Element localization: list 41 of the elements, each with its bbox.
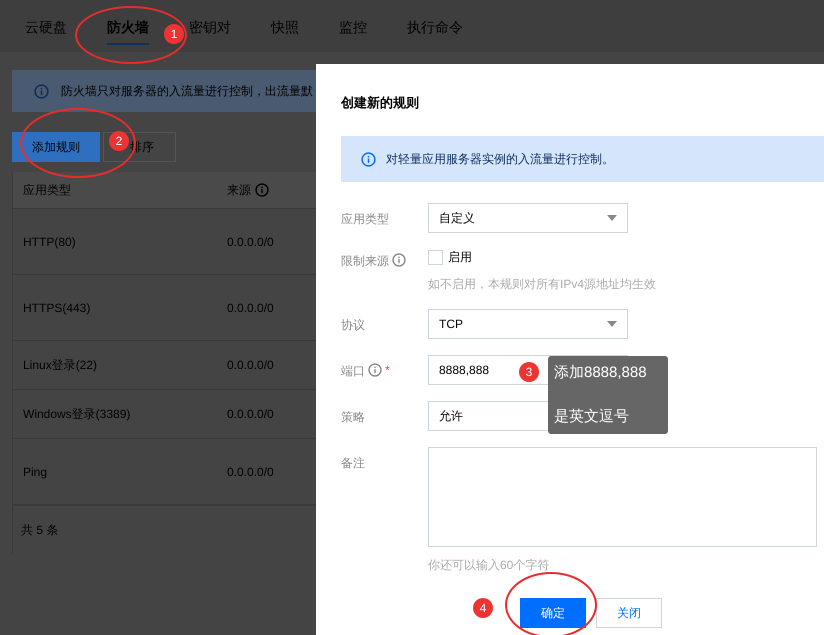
table-cell-text: 0.0.0.0/0: [226, 300, 275, 314]
info-text: 对轻量应用服务器实例的入流量进行控制。: [386, 150, 614, 168]
table-cell-text: 0.0.0.0/0: [226, 407, 275, 421]
info-icon: [368, 363, 382, 377]
table-cell-text: Linux登录(22): [22, 356, 98, 374]
info-icon: [34, 84, 49, 98]
checkbox[interactable]: [428, 250, 443, 265]
checkbox-label: 启用: [448, 249, 472, 266]
select-field[interactable]: 自定义: [428, 203, 628, 233]
field-label: 应用类型: [341, 211, 389, 228]
dialog-title: 创建新的规则: [341, 94, 420, 112]
table-cell-text: 0.0.0.0/0: [226, 234, 275, 248]
field-label: 策略: [341, 409, 365, 426]
column-header: 来源: [227, 182, 251, 198]
caret-icon: [607, 215, 617, 221]
table-cell-text: 0.0.0.0/0: [226, 358, 275, 372]
table-cell-text: 0.0.0.0/0: [226, 464, 275, 478]
info-icon: [361, 152, 376, 166]
total-count: 共 5 条: [21, 522, 58, 538]
column-header: 应用类型: [23, 182, 71, 198]
required-mark: *: [385, 363, 390, 377]
info-icon: [392, 253, 406, 267]
field-label: 限制来源: [341, 253, 389, 270]
field-label: 端口: [341, 363, 365, 380]
add-rule-button[interactable]: 添加规则: [12, 132, 100, 162]
remark-textarea[interactable]: [428, 447, 817, 547]
hint-text: 如不启用，本规则对所有IPv4源地址均生效: [428, 276, 656, 293]
info-icon: [255, 183, 269, 197]
tooltip-text: 是英文逗号: [554, 407, 630, 426]
table-cell-text: HTTPS(443): [22, 300, 92, 314]
field-label: 备注: [341, 455, 365, 472]
hint-text: 你还可以输入60个字符: [428, 557, 550, 574]
table-cell-text: Windows登录(3389): [22, 406, 132, 422]
notice-text: 防火墙只对服务器的入流量进行控制，出流量默: [61, 82, 313, 100]
field-label: 协议: [341, 317, 365, 334]
caret-icon: [607, 321, 617, 327]
close-button[interactable]: 关闭: [596, 598, 662, 628]
select-field[interactable]: TCP: [428, 309, 628, 339]
confirm-button[interactable]: 确定: [520, 598, 586, 628]
table-cell-text: Ping: [22, 464, 48, 478]
table-cell-text: HTTP(80): [22, 234, 77, 248]
